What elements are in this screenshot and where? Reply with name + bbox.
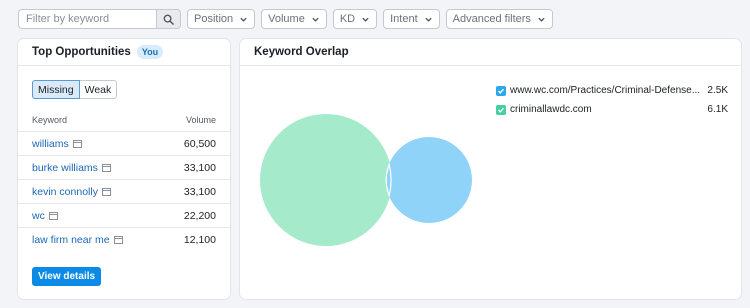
intent-dropdown[interactable]: Intent [383, 9, 440, 29]
kd-dropdown-label: KD [339, 13, 356, 25]
checkbox[interactable] [496, 104, 506, 115]
keyword-link[interactable]: kevin connolly [32, 186, 111, 198]
card-header: Top Opportunities You [18, 39, 230, 66]
kd-dropdown[interactable]: KD [332, 9, 378, 29]
card-title: Top Opportunities [32, 46, 131, 58]
venn-circle-criminallawdc[interactable] [260, 114, 392, 246]
keyword-text: williams [32, 137, 69, 150]
table-header: Keyword Volume [32, 115, 216, 125]
keyword-table: williams 60,500 burke williams 33,100 ke… [18, 131, 230, 251]
chevron-down-icon [424, 15, 433, 24]
keyword-link[interactable]: law firm near me [32, 234, 123, 246]
keyword-link[interactable]: williams [32, 138, 82, 150]
chevron-down-icon [239, 15, 248, 24]
volume-value: 33,100 [183, 161, 216, 174]
keyword-text: law firm near me [32, 233, 110, 246]
table-row: law firm near me 12,100 [18, 227, 230, 251]
legend-item-wc[interactable]: www.wc.com/Practices/Criminal-Defense...… [496, 81, 728, 100]
legend-item-criminallawdc[interactable]: criminallawdc.com 6.1K [496, 100, 728, 119]
check-icon [498, 107, 505, 113]
volume-dropdown-label: Volume [268, 13, 305, 25]
keyword-text: wc [32, 209, 45, 222]
you-badge: You [136, 45, 164, 59]
overlap-legend: www.wc.com/Practices/Criminal-Defense...… [496, 81, 728, 119]
check-icon [498, 88, 505, 94]
intent-dropdown-label: Intent [390, 13, 418, 25]
position-dropdown-label: Position [194, 13, 234, 25]
venn-circle-wc[interactable] [386, 137, 472, 223]
calendar-icon [101, 163, 111, 172]
calendar-icon [113, 235, 123, 244]
calendar-icon [72, 139, 82, 148]
volume-dropdown[interactable]: Volume [261, 9, 327, 29]
calendar-icon [101, 187, 111, 196]
table-row: wc 22,200 [18, 203, 230, 227]
column-volume: Volume [185, 115, 216, 125]
top-opportunities-card: Top Opportunities You Missing Weak Keywo… [18, 39, 230, 299]
calendar-icon [48, 211, 58, 220]
card-header: Keyword Overlap [240, 39, 741, 66]
tab-missing[interactable]: Missing [32, 80, 80, 99]
checkbox[interactable] [496, 85, 506, 96]
keyword-overlap-card: Keyword Overlap www.wc.com/Practices/Cri… [240, 39, 741, 299]
search-button[interactable] [156, 9, 181, 29]
keyword-filter-input[interactable] [18, 9, 156, 29]
search-icon [163, 14, 174, 25]
table-row: burke williams 33,100 [18, 155, 230, 179]
keyword-text: burke williams [32, 161, 98, 174]
column-keyword: Keyword [32, 115, 68, 125]
legend-label: criminallawdc.com [510, 104, 592, 115]
volume-value: 22,200 [183, 209, 216, 222]
table-row: kevin connolly 33,100 [18, 179, 230, 203]
missing-weak-toggle: Missing Weak [32, 80, 118, 99]
venn-diagram [260, 114, 472, 246]
chevron-down-icon [311, 15, 320, 24]
card-title: Keyword Overlap [254, 46, 349, 58]
view-details-button[interactable]: View details [32, 267, 102, 286]
legend-label: www.wc.com/Practices/Criminal-Defense... [510, 85, 701, 96]
keyword-link[interactable]: burke williams [32, 162, 111, 174]
position-dropdown[interactable]: Position [187, 9, 256, 29]
volume-value: 33,100 [183, 185, 216, 198]
search-group [18, 9, 181, 29]
volume-value: 12,100 [183, 233, 216, 246]
table-row: williams 60,500 [18, 131, 230, 155]
keyword-link[interactable]: wc [32, 210, 58, 222]
advanced-filters-dropdown[interactable]: Advanced filters [445, 9, 553, 29]
chevron-down-icon [361, 15, 370, 24]
legend-value: 2.5K [707, 85, 728, 96]
advanced-filters-label: Advanced filters [452, 13, 531, 25]
filter-bar: Position Volume KD Intent Advanced filte… [18, 9, 553, 29]
legend-value: 6.1K [707, 104, 728, 115]
keyword-text: kevin connolly [32, 185, 98, 198]
chevron-down-icon [537, 15, 546, 24]
tab-weak[interactable]: Weak [79, 80, 118, 99]
volume-value: 60,500 [183, 137, 216, 150]
